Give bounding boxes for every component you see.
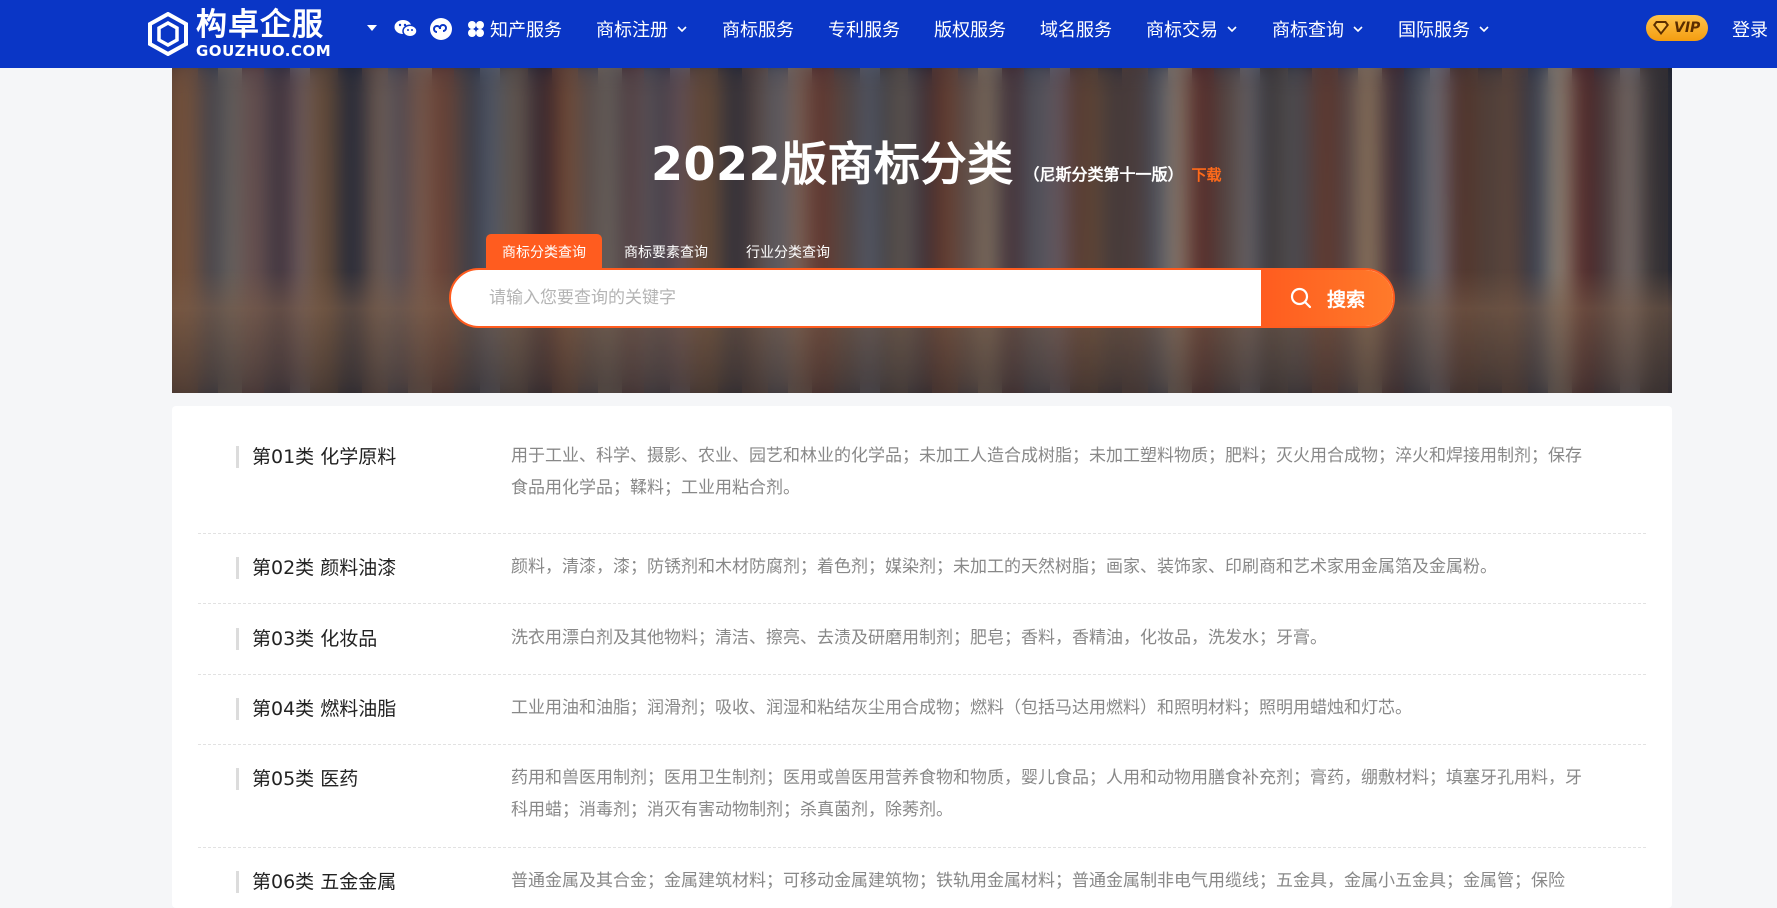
caret-down-icon[interactable] (366, 22, 378, 34)
nav-item-ip-services[interactable]: 知产服务 (466, 16, 562, 42)
nav-label: 商标交易 (1146, 20, 1218, 41)
search-button[interactable]: 搜索 (1261, 270, 1393, 326)
list-item[interactable]: 第03类 化妆品 洗衣用漂白剂及其他物料；清洁、擦亮、去渍及研磨用制剂；肥皂；香… (198, 604, 1646, 675)
tab-element-search[interactable]: 商标要素查询 (608, 234, 724, 270)
logo-icon (148, 12, 188, 56)
vip-label: VIP (1674, 20, 1701, 36)
search-bar: 搜索 (449, 268, 1395, 328)
top-navbar: 构卓企服 GOUZHUO.COM 知产服务 商标注册 商标服务 专利服务 版权服… (0, 0, 1777, 68)
class-name[interactable]: 第02类 颜料油漆 (252, 553, 396, 580)
search-icon (1290, 287, 1312, 309)
nav-item-trademark-trading[interactable]: 商标交易 (1146, 16, 1238, 42)
page-subtitle: （尼斯分类第十一版） (1023, 165, 1184, 184)
logo-text-cn: 构卓企服 (196, 6, 324, 43)
vip-badge[interactable]: VIP (1646, 15, 1708, 41)
main-nav: 知产服务 商标注册 商标服务 专利服务 版权服务 域名服务 商标交易 商标查询 … (466, 0, 1490, 58)
download-link[interactable]: 下载 (1192, 164, 1222, 185)
class-name[interactable]: 第04类 燃料油脂 (252, 694, 396, 721)
class-name[interactable]: 第03类 化妆品 (252, 624, 377, 651)
nav-item-domain-services[interactable]: 域名服务 (1040, 16, 1112, 42)
class-description: 洗衣用漂白剂及其他物料；清洁、擦亮、去渍及研磨用制剂；肥皂；香料，香精油，化妆品… (511, 628, 1327, 648)
list-item[interactable]: 第05类 医药 药用和兽医用制剂；医用卫生制剂；医用或兽医用营养食物和物质，婴儿… (198, 745, 1646, 848)
class-name[interactable]: 第05类 医药 (252, 764, 358, 791)
nav-label: 商标查询 (1272, 20, 1344, 41)
class-name[interactable]: 第01类 化学原料 (252, 442, 396, 469)
hero-banner: 2022版商标分类 （尼斯分类第十一版） 下载 商标分类查询 商标要素查询 行业… (172, 68, 1672, 393)
nav-label: 版权服务 (934, 20, 1006, 41)
tab-class-search[interactable]: 商标分类查询 (486, 234, 602, 270)
nav-label: 知产服务 (490, 20, 562, 41)
search-button-label: 搜索 (1326, 288, 1365, 311)
list-item[interactable]: 第01类 化学原料 用于工业、科学、摄影、农业、园艺和林业的化学品；未加工人造合… (198, 432, 1646, 534)
nav-label: 商标注册 (596, 20, 668, 41)
class-description: 颜料，清漆，漆；防锈剂和木材防腐剂；着色剂；媒染剂；未加工的天然树脂；画家、装饰… (511, 557, 1497, 577)
chevron-down-icon (1479, 26, 1489, 33)
class-list: 第01类 化学原料 用于工业、科学、摄影、农业、园艺和林业的化学品；未加工人造合… (172, 406, 1672, 908)
row-marker (236, 768, 239, 790)
search-tabs: 商标分类查询 商标要素查询 行业分类查询 (486, 234, 852, 270)
wechat-icon[interactable] (393, 16, 419, 42)
flower-icon (468, 21, 484, 37)
nav-item-patent-services[interactable]: 专利服务 (828, 16, 900, 42)
bookshelf-background (172, 68, 1672, 393)
nav-label: 商标服务 (722, 20, 794, 41)
nav-item-trademark-registration[interactable]: 商标注册 (596, 16, 688, 42)
chevron-down-icon (1227, 26, 1237, 33)
diamond-icon (1653, 21, 1669, 35)
page-title: 2022版商标分类 (651, 137, 1014, 191)
banner-title: 2022版商标分类 （尼斯分类第十一版） 下载 (651, 128, 1222, 194)
row-marker (236, 628, 239, 650)
search-input[interactable] (451, 270, 1261, 326)
class-name[interactable]: 第06类 五金金属 (252, 867, 396, 894)
nav-label: 国际服务 (1398, 20, 1470, 41)
row-marker (236, 557, 239, 579)
class-description: 普通金属及其合金；金属建筑材料；可移动金属建筑物；铁轨用金属材料；普通金属制非电… (511, 871, 1565, 891)
chevron-down-icon (677, 26, 687, 33)
site-logo[interactable]: 构卓企服 GOUZHUO.COM (146, 7, 331, 61)
class-description: 药用和兽医用制剂；医用卫生制剂；医用或兽医用营养食物和物质，婴儿食品；人用和动物… (511, 768, 1582, 820)
nav-item-trademark-services[interactable]: 商标服务 (722, 16, 794, 42)
chevron-down-icon (1353, 26, 1363, 33)
mini-program-icon[interactable] (428, 16, 454, 42)
list-item[interactable]: 第06类 五金金属 普通金属及其合金；金属建筑材料；可移动金属建筑物；铁轨用金属… (198, 848, 1646, 908)
class-description: 用于工业、科学、摄影、农业、园艺和林业的化学品；未加工人造合成树脂；未加工塑料物… (511, 446, 1582, 498)
nav-label: 专利服务 (828, 20, 900, 41)
list-item[interactable]: 第02类 颜料油漆 颜料，清漆，漆；防锈剂和木材防腐剂；着色剂；媒染剂；未加工的… (198, 534, 1646, 604)
row-marker (236, 698, 239, 720)
login-link[interactable]: 登录 (1732, 16, 1768, 42)
nav-label: 域名服务 (1040, 20, 1112, 41)
nav-item-trademark-search[interactable]: 商标查询 (1272, 16, 1364, 42)
nav-item-copyright-services[interactable]: 版权服务 (934, 16, 1006, 42)
logo-text-en: GOUZHUO.COM (196, 41, 332, 60)
row-marker (236, 446, 239, 468)
row-marker (236, 871, 239, 893)
class-description: 工业用油和油脂；润滑剂；吸收、润湿和粘结灰尘用合成物；燃料（包括马达用燃料）和照… (511, 698, 1412, 718)
tab-industry-search[interactable]: 行业分类查询 (730, 234, 846, 270)
list-item[interactable]: 第04类 燃料油脂 工业用油和油脂；润滑剂；吸收、润湿和粘结灰尘用合成物；燃料（… (198, 675, 1646, 745)
nav-item-international-services[interactable]: 国际服务 (1398, 16, 1490, 42)
